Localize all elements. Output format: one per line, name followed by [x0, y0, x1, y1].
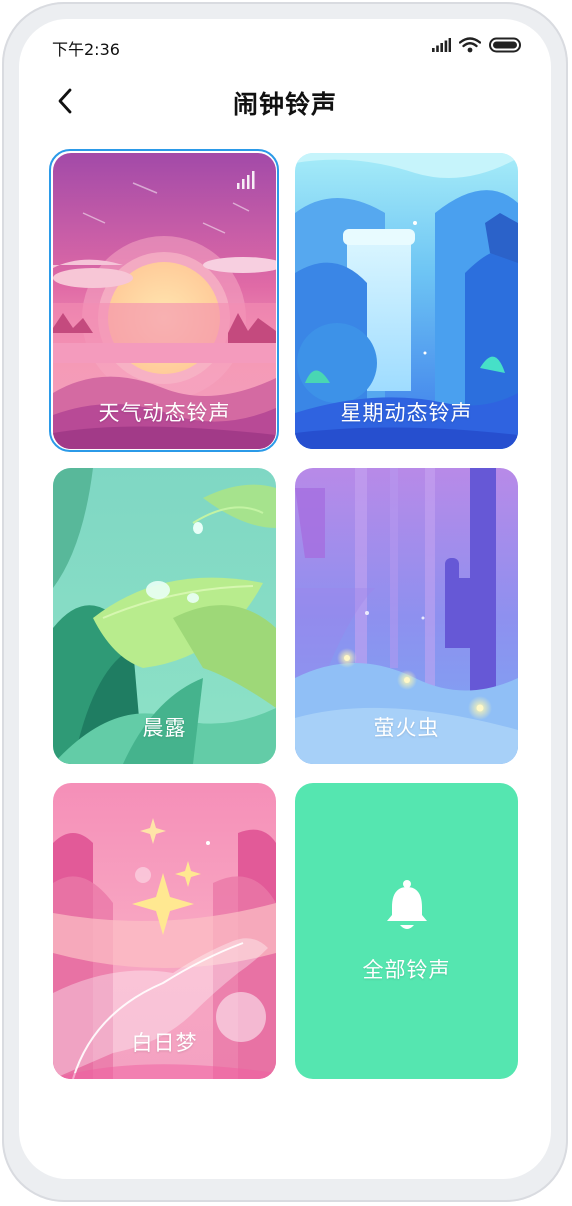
ringtone-card-firefly[interactable]: 萤火虫: [295, 468, 518, 764]
battery-icon: [489, 37, 521, 53]
card-label: 全部铃声: [362, 958, 451, 982]
all-ringtones-card[interactable]: 全部铃声: [295, 783, 518, 1079]
screen: 下午2:36 闹钟铃声 天气动态铃声 星期动态铃声 晨露 萤火虫 白日梦 全部铃…: [19, 19, 551, 1179]
header: 闹钟铃声: [19, 79, 551, 123]
ringtone-card-weather[interactable]: 天气动态铃声: [53, 153, 276, 449]
card-label: 萤火虫: [373, 716, 440, 740]
status-bar: 下午2:36: [19, 19, 551, 71]
card-label: 晨露: [142, 716, 187, 740]
status-time: 下午2:36: [52, 40, 120, 59]
page-title: 闹钟铃声: [232, 90, 337, 119]
signal-icon: [432, 38, 451, 52]
ringtone-card-weekday[interactable]: 星期动态铃声: [295, 153, 518, 449]
bell-icon: [387, 880, 427, 929]
ringtone-card-dew[interactable]: 晨露: [53, 468, 276, 764]
card-label: 白日梦: [131, 1031, 198, 1055]
card-label: 星期动态铃声: [340, 401, 473, 425]
status-icons: [431, 37, 523, 53]
card-label: 天气动态铃声: [98, 401, 231, 425]
wifi-icon: [459, 37, 481, 53]
ringtone-card-daydream[interactable]: 白日梦: [53, 783, 276, 1079]
